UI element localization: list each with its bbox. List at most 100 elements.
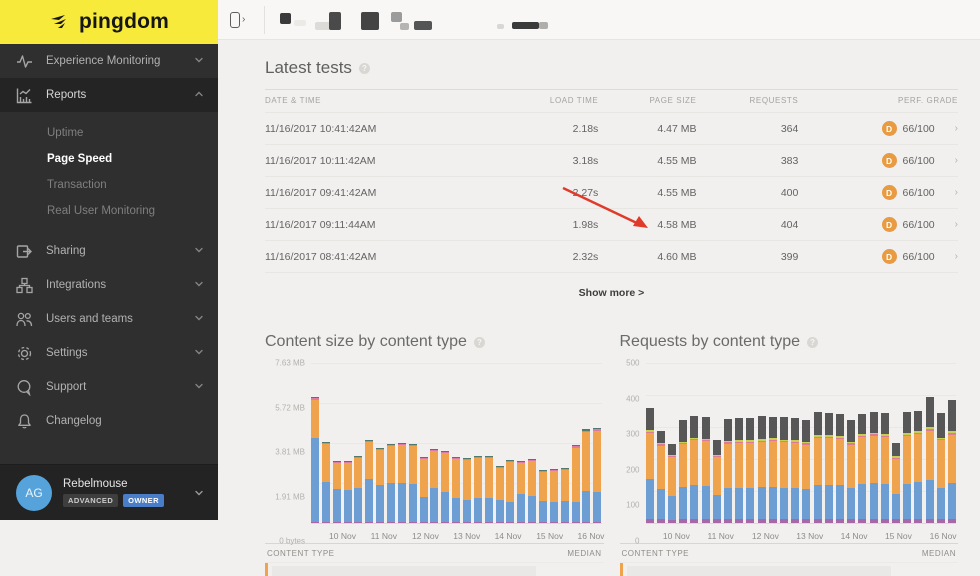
- sidebar-subitem-uptime[interactable]: Uptime: [0, 120, 218, 146]
- grade-badge: D: [882, 217, 897, 232]
- stacked-bar: [506, 460, 514, 523]
- cell-requests: 400: [696, 177, 798, 209]
- table-row[interactable]: 11/16/2017 09:41:42AM2.27s4.55 MB400D66/…: [265, 177, 958, 209]
- cell-requests: 404: [696, 209, 798, 241]
- sidebar-item-sharing[interactable]: Sharing: [0, 234, 218, 268]
- info-icon[interactable]: ?: [807, 337, 818, 348]
- sidebar-collapse-button[interactable]: ›: [230, 11, 254, 29]
- chevron-right-icon[interactable]: ›: [955, 187, 958, 198]
- bar-segment-image: [452, 498, 460, 522]
- grade-score: 66/100: [903, 123, 935, 135]
- stacked-bar: [398, 443, 406, 523]
- bar-segment-xhr: [892, 443, 900, 456]
- sidebar-item-integrations[interactable]: Integrations: [0, 268, 218, 302]
- sidebar-subitem-transaction[interactable]: Transaction: [0, 172, 218, 198]
- stacked-bar: [582, 429, 590, 523]
- chevron-down-icon: [194, 245, 204, 258]
- pulse-icon: [16, 53, 33, 70]
- grade-score: 66/100: [903, 219, 935, 231]
- topbar: ›: [218, 0, 980, 40]
- x-axis-label: 10 Nov: [663, 531, 690, 541]
- chevron-up-icon: [194, 89, 204, 102]
- legend-row[interactable]: [620, 562, 959, 576]
- x-axis-label: 13 Nov: [453, 531, 480, 541]
- sidebar-item-changelog[interactable]: Changelog: [0, 404, 218, 438]
- bar-segment-image: [376, 485, 384, 522]
- bar-segment-image: [550, 502, 558, 522]
- bar-segment-xhr: [690, 416, 698, 437]
- bar-segment-script: [387, 446, 395, 483]
- bar-segment-script: [937, 440, 945, 487]
- pingdom-logo[interactable]: pingdom: [0, 0, 218, 44]
- bar-segment-other: [836, 519, 844, 523]
- x-axis-label: 10 Nov: [329, 531, 356, 541]
- bar-segment-script: [791, 443, 799, 488]
- bar-segment-script: [365, 442, 373, 479]
- cell-page-size: 4.55 MB: [598, 177, 696, 209]
- bar-segment-script: [948, 435, 956, 483]
- bar-segment-script: [679, 444, 687, 486]
- bar-segment-script: [441, 453, 449, 491]
- stacked-bar: [528, 459, 536, 523]
- redacted-block: [627, 566, 891, 576]
- legend-row[interactable]: [265, 562, 604, 576]
- legend-header-left: CONTENT TYPE: [267, 549, 335, 558]
- bar-segment-other: [387, 522, 395, 524]
- redacted-block: [361, 12, 379, 30]
- bar-segment-script: [769, 441, 777, 487]
- x-axis-label: 12 Nov: [752, 531, 779, 541]
- bar-segment-image: [517, 494, 525, 522]
- bar-segment-image: [668, 496, 676, 520]
- redacted-block: [497, 24, 504, 29]
- sidebar-subitem-page-speed[interactable]: Page Speed: [0, 146, 218, 172]
- sidebar-subitem-real-user-monitoring[interactable]: Real User Monitoring: [0, 198, 218, 224]
- legend-header-right: MEDIAN: [567, 549, 601, 558]
- bar-segment-xhr: [836, 414, 844, 436]
- stacked-bar: [881, 413, 889, 523]
- sidebar-item-support[interactable]: Support: [0, 370, 218, 404]
- bar-segment-xhr: [724, 419, 732, 441]
- bar-segment-script: [668, 457, 676, 495]
- bar-segment-image: [528, 496, 536, 521]
- bar-segment-image: [593, 492, 601, 521]
- bar-segment-other: [926, 519, 934, 524]
- bar-segment-image: [914, 482, 922, 519]
- sidebar-item-reports[interactable]: Reports: [0, 78, 218, 112]
- x-axis-label: 15 Nov: [885, 531, 912, 541]
- bar-segment-script: [311, 400, 319, 438]
- grade-badge: D: [882, 185, 897, 200]
- stacked-bar: [344, 461, 352, 523]
- bar-segment-script: [376, 450, 384, 485]
- table-row[interactable]: 11/16/2017 10:11:42AM3.18s4.55 MB383D66/…: [265, 145, 958, 177]
- bar-segment-script: [892, 459, 900, 494]
- sidebar-item-experience-monitoring[interactable]: Experience Monitoring: [0, 44, 218, 78]
- sidebar-collapse-icon: [230, 12, 240, 28]
- chevron-right-icon[interactable]: ›: [955, 123, 958, 134]
- bar-segment-other: [344, 522, 352, 524]
- x-axis-label: 12 Nov: [412, 531, 439, 541]
- info-icon[interactable]: ?: [359, 63, 370, 74]
- stacked-bar: [948, 400, 956, 523]
- cell-load-time: 2.32s: [497, 241, 598, 273]
- stacked-bar: [713, 440, 721, 523]
- sidebar-item-users-and-teams[interactable]: Users and teams: [0, 302, 218, 336]
- bar-segment-xhr: [746, 418, 754, 440]
- chevron-right-icon[interactable]: ›: [955, 251, 958, 262]
- table-row[interactable]: 11/16/2017 10:41:42AM2.18s4.47 MB364D66/…: [265, 113, 958, 145]
- sidebar-item-settings[interactable]: Settings: [0, 336, 218, 370]
- account-name: Rebelmouse: [63, 478, 194, 490]
- x-axis-label: 13 Nov: [796, 531, 823, 541]
- redacted-block: [400, 23, 409, 30]
- sidebar-item-label: Changelog: [46, 415, 204, 427]
- info-icon[interactable]: ?: [474, 337, 485, 348]
- bar-segment-other: [561, 522, 569, 524]
- account-switcher[interactable]: AG Rebelmouse ADVANCED OWNER: [0, 464, 218, 520]
- show-more-link[interactable]: Show more >: [579, 287, 645, 299]
- chevron-right-icon[interactable]: ›: [955, 219, 958, 230]
- bar-segment-image: [333, 489, 341, 522]
- bar-segment-image: [903, 484, 911, 519]
- table-row[interactable]: 11/16/2017 08:41:42AM2.32s4.60 MB399D66/…: [265, 241, 958, 273]
- chevron-right-icon[interactable]: ›: [955, 155, 958, 166]
- stacked-bar: [572, 445, 580, 523]
- table-row[interactable]: 11/16/2017 09:11:44AM1.98s4.58 MB404D66/…: [265, 209, 958, 241]
